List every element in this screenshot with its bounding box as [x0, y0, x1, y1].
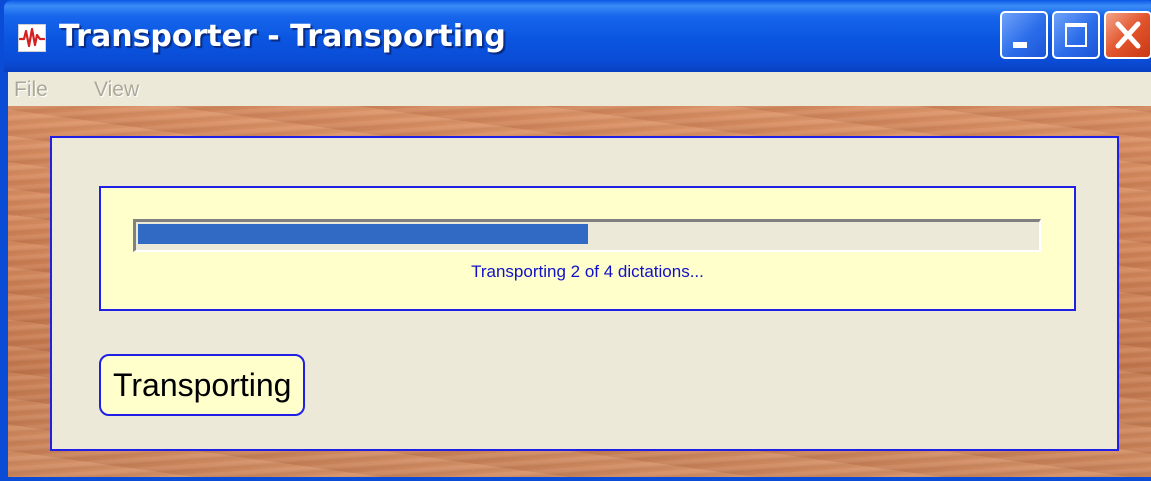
waveform-icon[interactable] — [18, 24, 46, 52]
progress-bar — [133, 219, 1041, 252]
close-icon — [1115, 21, 1141, 49]
wood-background: Transporting 2 of 4 dictations... Transp… — [8, 106, 1151, 477]
maximize-button[interactable] — [1052, 11, 1100, 59]
progress-status-text: Transporting 2 of 4 dictations... — [471, 262, 704, 281]
title-bar[interactable]: Transporter - Transporting — [4, 0, 1151, 72]
close-button[interactable] — [1104, 11, 1151, 59]
maximize-icon — [1065, 23, 1087, 47]
menu-file[interactable]: File — [14, 77, 48, 103]
app-window: Transporter - Transporting File View Tra… — [0, 0, 1151, 481]
progress-status-box: Transporting 2 of 4 dictations... — [99, 186, 1076, 311]
menu-bar: File View — [8, 72, 1151, 106]
menu-view[interactable]: View — [94, 77, 139, 103]
minimize-button[interactable] — [1000, 11, 1048, 59]
window-title: Transporter - Transporting — [59, 19, 506, 54]
transporting-state-badge: Transporting — [99, 354, 306, 416]
progress-bar-fill — [138, 224, 588, 244]
main-panel: Transporting 2 of 4 dictations... Transp… — [50, 136, 1119, 451]
minimize-icon — [1013, 42, 1027, 48]
